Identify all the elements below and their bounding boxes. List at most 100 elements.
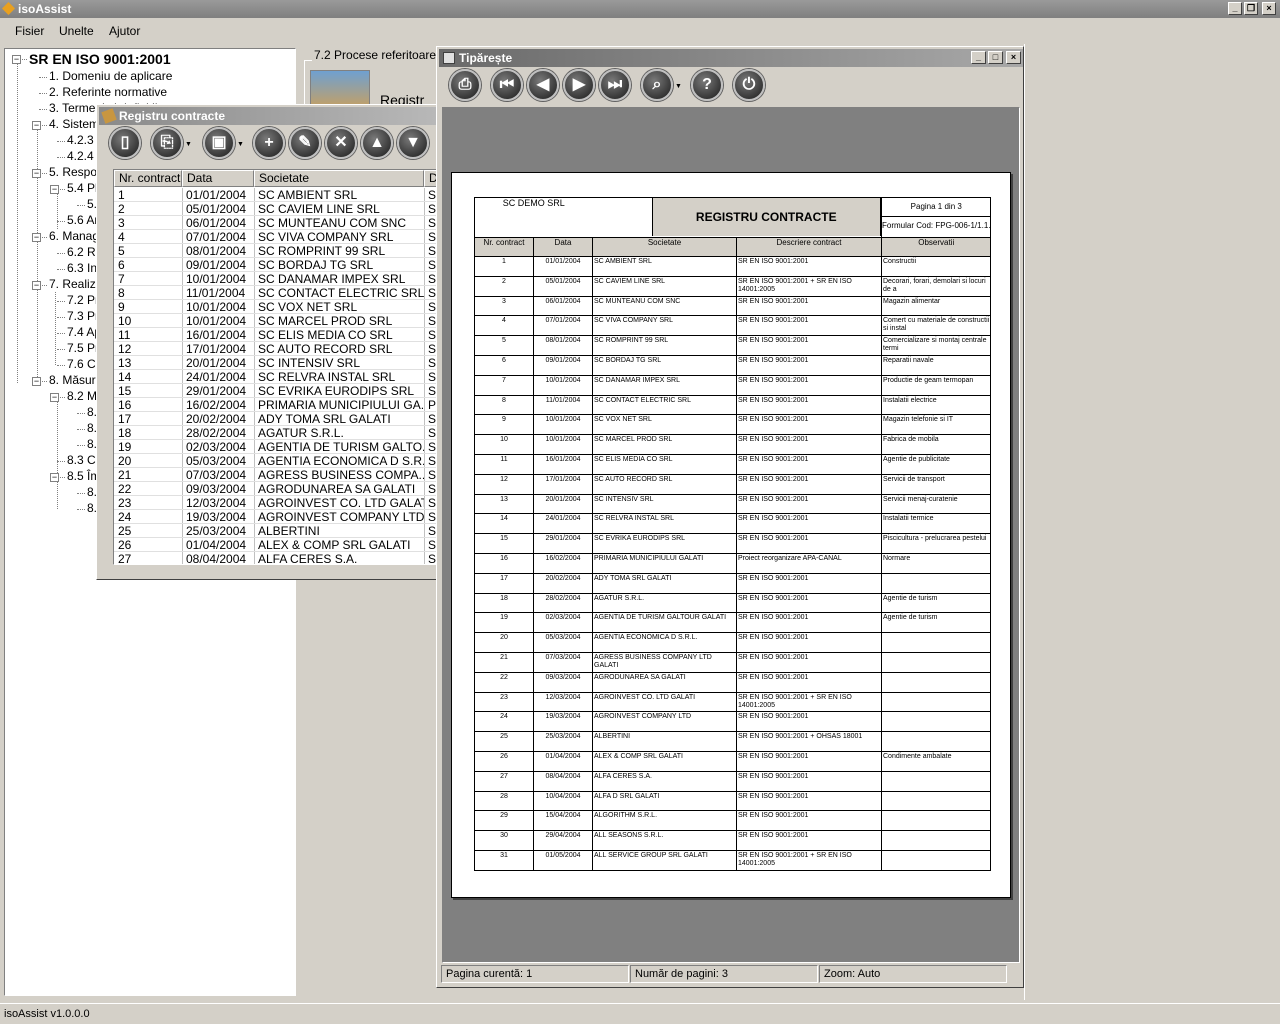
- next-page-button[interactable]: ▶: [563, 69, 595, 101]
- contracts-grid[interactable]: Nr. contract Data Societate D 1 01/01/200…: [113, 169, 443, 565]
- tree-item[interactable]: 6.3 In: [67, 261, 98, 275]
- tree-item[interactable]: 2. Referinte normative: [49, 85, 168, 99]
- table-row[interactable]: 4 07/01/2004 SC VIVA COMPANY SRL S: [114, 230, 442, 244]
- tree-item[interactable]: 8.2 M: [67, 389, 98, 403]
- power-button[interactable]: ⏻: [733, 69, 765, 101]
- table-cell: 14: [118, 370, 132, 384]
- table-row[interactable]: 23 12/03/2004 AGROINVEST CO. LTD GALATI S: [114, 496, 442, 510]
- tree-item[interactable]: 5.4 Pl: [67, 181, 98, 195]
- prev-page-button[interactable]: ◀: [527, 69, 559, 101]
- report-cell: SR EN ISO 9001:2001 + OHSAS 18001: [736, 731, 882, 752]
- tree-item[interactable]: 7.3 Pr: [67, 309, 100, 323]
- report-cell: SC BORDAJ TG SRL: [592, 354, 737, 376]
- table-row[interactable]: 13 20/01/2004 SC INTENSIV SRL S: [114, 356, 442, 370]
- table-cell: 17: [118, 412, 132, 426]
- table-cell: 19: [118, 440, 132, 454]
- tree-item[interactable]: 8. Măsura: [49, 373, 103, 387]
- collapse-icon[interactable]: −: [12, 55, 21, 64]
- collapse-icon[interactable]: −: [32, 281, 41, 290]
- collapse-icon[interactable]: −: [50, 185, 59, 194]
- table-row[interactable]: 27 08/04/2004 ALFA CERES S.A. S: [114, 552, 442, 564]
- table-row[interactable]: 18 28/02/2004 AGATUR S.R.L. S: [114, 426, 442, 440]
- collapse-icon[interactable]: −: [32, 233, 41, 242]
- table-row[interactable]: 17 20/02/2004 ADY TOMA SRL GALATI S: [114, 412, 442, 426]
- move-up-button[interactable]: ▲: [361, 127, 393, 159]
- edit-button[interactable]: ✎: [289, 127, 321, 159]
- table-cell: SC BORDAJ TG SRL: [258, 258, 374, 272]
- zoom-button[interactable]: ⌕: [641, 69, 673, 101]
- preview-area[interactable]: SC DEMO SRL REGISTRU CONTRACTE Pagina 1 …: [442, 107, 1020, 963]
- col-societate[interactable]: Societate: [254, 170, 424, 187]
- collapse-icon[interactable]: −: [50, 473, 59, 482]
- report-cell: 4: [474, 315, 534, 337]
- registru-title-bar[interactable]: Registru contracte: [99, 107, 437, 125]
- report-cell: SC EVRIKA EURODIPS SRL: [592, 533, 737, 554]
- new-button[interactable]: ▯: [109, 127, 141, 159]
- add-button[interactable]: +: [253, 127, 285, 159]
- restore-button[interactable]: ❐: [1244, 2, 1258, 15]
- table-row[interactable]: 14 24/01/2004 SC RELVRA INSTAL SRL S: [114, 370, 442, 384]
- table-row[interactable]: 20 05/03/2004 AGENTIA ECONOMICA D S.R.L. S: [114, 454, 442, 468]
- collapse-icon[interactable]: −: [32, 377, 41, 386]
- report-cell: 29: [474, 810, 534, 832]
- print-minimize-button[interactable]: _: [971, 51, 986, 64]
- tree-item[interactable]: 4.2.4: [67, 149, 94, 163]
- menu-fisier[interactable]: Fisier: [15, 24, 44, 38]
- table-row[interactable]: 6 09/01/2004 SC BORDAJ TG SRL S: [114, 258, 442, 272]
- table-row[interactable]: 24 19/03/2004 AGROINVEST COMPANY LTD S: [114, 510, 442, 524]
- print-close-button[interactable]: ×: [1006, 51, 1021, 64]
- tree-root[interactable]: SR EN ISO 9001:2001: [29, 51, 171, 67]
- collapse-icon[interactable]: −: [32, 169, 41, 178]
- table-row[interactable]: 16 16/02/2004 PRIMARIA MUNICIPIULUI GA... P: [114, 398, 442, 412]
- tree-item[interactable]: 4. Sistem: [49, 117, 100, 131]
- table-row[interactable]: 10 10/01/2004 SC MARCEL PROD SRL S: [114, 314, 442, 328]
- help-button[interactable]: ?: [691, 69, 723, 101]
- collapse-icon[interactable]: −: [32, 121, 41, 130]
- table-cell: 2: [118, 202, 125, 216]
- save-button[interactable]: ▣: [203, 127, 235, 159]
- tree-item[interactable]: 7.5 Pr: [67, 341, 100, 355]
- table-row[interactable]: 5 08/01/2004 SC ROMPRINT 99 SRL S: [114, 244, 442, 258]
- table-row[interactable]: 9 10/01/2004 SC VOX NET SRL S: [114, 300, 442, 314]
- zoom-dropdown-icon[interactable]: ▼: [675, 83, 682, 90]
- table-row[interactable]: 25 25/03/2004 ALBERTINI S: [114, 524, 442, 538]
- tree-item[interactable]: 7. Realiza: [49, 277, 103, 291]
- export-button[interactable]: ⎘: [151, 127, 183, 159]
- delete-button[interactable]: ✕: [325, 127, 357, 159]
- print-title-bar[interactable]: Tipărește _ □ ×: [439, 49, 1023, 67]
- save-dropdown-icon[interactable]: ▼: [237, 141, 244, 148]
- tree-item[interactable]: 1. Domeniu de aplicare: [49, 69, 173, 83]
- table-cell: 08/01/2004: [186, 244, 247, 258]
- first-page-button[interactable]: ⏮: [491, 69, 523, 101]
- table-row[interactable]: 7 10/01/2004 SC DANAMAR IMPEX SRL S: [114, 272, 442, 286]
- menu-unelte[interactable]: Unelte: [59, 24, 94, 38]
- print-button[interactable]: ⎙: [449, 69, 481, 101]
- close-button[interactable]: ×: [1262, 2, 1276, 15]
- table-cell: SC RELVRA INSTAL SRL: [258, 370, 396, 384]
- table-row[interactable]: 22 09/03/2004 AGRODUNAREA SA GALATI S: [114, 482, 442, 496]
- tree-item[interactable]: 4.2.3: [67, 133, 94, 147]
- table-row[interactable]: 15 29/01/2004 SC EVRIKA EURODIPS SRL S: [114, 384, 442, 398]
- report-cell: 16: [474, 552, 534, 574]
- col-data[interactable]: Data: [182, 170, 254, 187]
- move-down-button[interactable]: ▼: [397, 127, 429, 159]
- last-page-button[interactable]: ⏭: [599, 69, 631, 101]
- tree-item[interactable]: 7.2 Pr: [67, 293, 100, 307]
- table-row[interactable]: 2 05/01/2004 SC CAVIEM LINE SRL S: [114, 202, 442, 216]
- tree-item[interactable]: 5.6 Ar: [67, 213, 99, 227]
- table-row[interactable]: 26 01/04/2004 ALEX & COMP SRL GALATI S: [114, 538, 442, 552]
- collapse-icon[interactable]: −: [50, 393, 59, 402]
- print-maximize-button[interactable]: □: [988, 51, 1003, 64]
- table-row[interactable]: 21 07/03/2004 AGRESS BUSINESS COMPA... S: [114, 468, 442, 482]
- table-row[interactable]: 8 11/01/2004 SC CONTACT ELECTRIC SRL S: [114, 286, 442, 300]
- table-row[interactable]: 12 17/01/2004 SC AUTO RECORD SRL S: [114, 342, 442, 356]
- table-row[interactable]: 1 01/01/2004 SC AMBIENT SRL S: [114, 188, 442, 202]
- report-cell: 19: [474, 612, 534, 634]
- table-row[interactable]: 11 16/01/2004 SC ELIS MEDIA CO SRL S: [114, 328, 442, 342]
- menu-ajutor[interactable]: Ajutor: [109, 24, 140, 38]
- table-row[interactable]: 3 06/01/2004 SC MUNTEANU COM SNC S: [114, 216, 442, 230]
- minimize-button[interactable]: _: [1228, 2, 1242, 15]
- table-row[interactable]: 19 02/03/2004 AGENTIA DE TURISM GALTO... S: [114, 440, 442, 454]
- export-dropdown-icon[interactable]: ▼: [185, 141, 192, 148]
- col-nr-contract[interactable]: Nr. contract: [114, 170, 182, 187]
